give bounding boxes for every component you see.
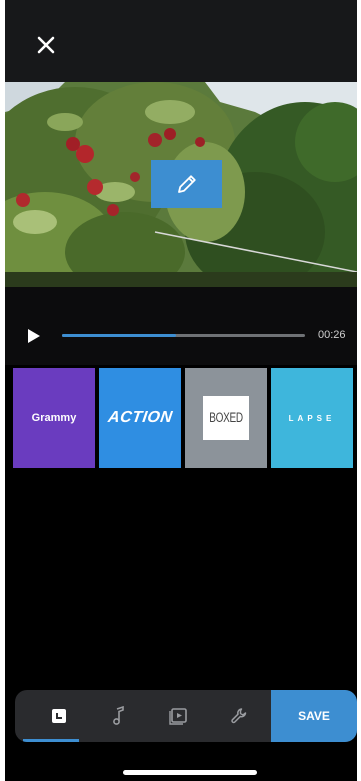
theme-strip[interactable]: Grammy ACTION BOXED LAPSE: [5, 368, 357, 468]
theme-action[interactable]: ACTION: [99, 368, 181, 468]
tab-clips[interactable]: [149, 690, 209, 742]
theme-boxed[interactable]: BOXED: [185, 368, 267, 468]
video-preview[interactable]: [5, 82, 357, 287]
theme-label: LAPSE: [288, 413, 336, 423]
playback-bar: [5, 287, 357, 365]
play-button[interactable]: [27, 328, 41, 344]
boxed-card: BOXED: [203, 396, 249, 440]
theme-label: ACTION: [106, 409, 174, 426]
bottom-toolbar: SAVE: [15, 690, 357, 742]
play-icon: [28, 329, 40, 343]
home-indicator: [123, 770, 257, 775]
theme-grammy[interactable]: Grammy: [13, 368, 95, 468]
edit-button[interactable]: [151, 160, 222, 208]
themes-icon: [52, 709, 66, 723]
editor-screen: 00:26 Grammy ACTION BOXED LAPSE SAVE: [5, 0, 357, 781]
music-icon: [113, 706, 124, 725]
playback-time: 00:26: [318, 329, 346, 341]
clip-icon: [169, 708, 187, 725]
close-icon: [37, 36, 55, 54]
progress-fill: [62, 334, 177, 337]
active-tab-indicator: [23, 739, 79, 742]
theme-lapse[interactable]: LAPSE: [271, 368, 353, 468]
save-button[interactable]: SAVE: [271, 690, 357, 742]
tab-settings[interactable]: [209, 690, 269, 742]
theme-label: BOXED: [209, 410, 243, 426]
tab-music[interactable]: [89, 690, 149, 742]
close-button[interactable]: [33, 32, 59, 58]
settings-wrench-icon: [231, 708, 247, 724]
progress-track[interactable]: [62, 334, 305, 337]
tab-themes[interactable]: [29, 690, 89, 742]
top-bar: [5, 0, 357, 82]
theme-label: Grammy: [31, 412, 77, 424]
pencil-icon: [177, 175, 196, 193]
